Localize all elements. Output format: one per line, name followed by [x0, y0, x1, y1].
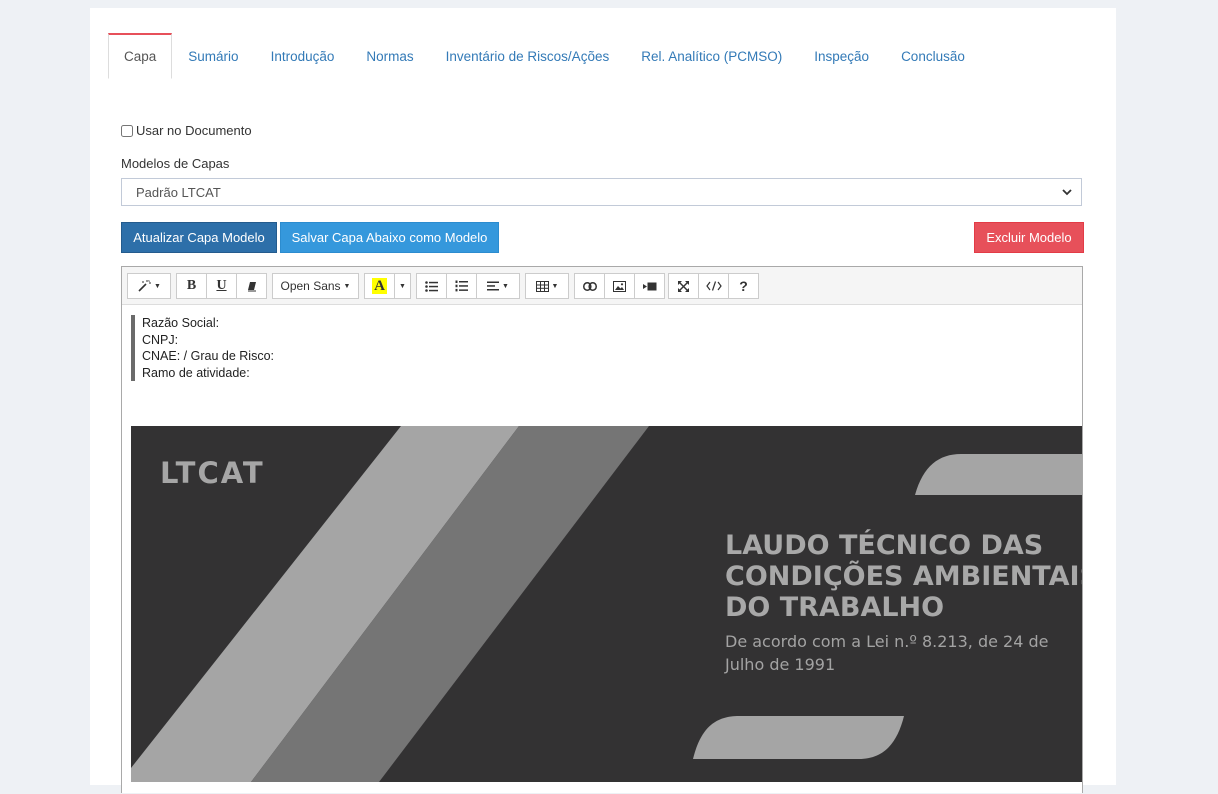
- font-color-button[interactable]: A: [364, 273, 395, 299]
- chevron-down-icon: [1062, 189, 1072, 196]
- use-in-document-row[interactable]: Usar no Documento: [121, 123, 252, 138]
- company-info-blockquote: Razão Social: CNPJ: CNAE: / Grau de Risc…: [131, 315, 274, 381]
- caret-icon: ▼: [551, 282, 559, 290]
- caret-icon: ▼: [154, 282, 161, 290]
- eraser-icon: [247, 282, 256, 292]
- code-view-button[interactable]: [698, 273, 729, 299]
- paragraph-group: ▼: [416, 273, 520, 299]
- help-button[interactable]: ?: [728, 273, 759, 299]
- unordered-list-icon: [425, 280, 438, 292]
- tab-conclusao[interactable]: Conclusão: [885, 33, 981, 79]
- models-label: Modelos de Capas: [121, 156, 230, 171]
- picture-button[interactable]: [604, 273, 635, 299]
- company-field-cnpj: CNPJ:: [142, 332, 179, 347]
- caret-icon: ▼: [399, 282, 406, 290]
- main-panel: Capa Sumário Introdução Normas Inventári…: [90, 8, 1116, 793]
- rich-text-editor: ▼ B U Open Sans ▼ A ▼ ▼ ▼ ? Razão Social…: [121, 266, 1083, 793]
- update-model-button[interactable]: Atualizar Capa Modelo: [121, 222, 277, 253]
- bold-button[interactable]: B: [176, 273, 207, 299]
- company-field-ramo: Ramo de atividade:: [142, 365, 250, 380]
- font-color-dropdown[interactable]: ▼: [394, 273, 411, 299]
- editor-toolbar: ▼ B U Open Sans ▼ A ▼ ▼ ▼ ?: [122, 267, 1082, 305]
- cover-image: LTCAT LAUDO TÉCNICO DAS CONDIÇÕES AMBIEN…: [131, 426, 1082, 782]
- tab-rel-analitico[interactable]: Rel. Analítico (PCMSO): [625, 33, 798, 79]
- company-field-cnae: CNAE: / Grau de Risco:: [142, 349, 274, 363]
- table-button[interactable]: ▼: [525, 273, 569, 299]
- cover-pill-bottom: [693, 716, 904, 759]
- underline-button[interactable]: U: [206, 273, 237, 299]
- document-tabs: Capa Sumário Introdução Normas Inventári…: [108, 33, 1098, 79]
- link-icon: [582, 281, 597, 291]
- video-icon: [642, 282, 656, 290]
- cover-brand: LTCAT: [160, 456, 265, 490]
- use-in-document-label: Usar no Documento: [136, 123, 252, 138]
- models-select-value: Padrão LTCAT: [136, 184, 221, 200]
- insert-group: [574, 273, 665, 299]
- tab-capa[interactable]: Capa: [108, 33, 173, 79]
- company-field-razao-social: Razão Social:: [142, 316, 220, 330]
- clear-format-button[interactable]: [236, 273, 267, 299]
- cover-title: LAUDO TÉCNICO DAS CONDIÇÕES AMBIENTAIS D…: [725, 530, 1082, 623]
- tab-sumario[interactable]: Sumário: [172, 33, 254, 79]
- caret-icon: ▼: [502, 282, 509, 290]
- unordered-list-button[interactable]: [416, 273, 447, 299]
- caret-icon: ▼: [343, 282, 351, 290]
- font-color-icon: A: [372, 278, 387, 294]
- tab-inventario-riscos[interactable]: Inventário de Riscos/Ações: [430, 33, 626, 79]
- picture-icon: [613, 280, 626, 292]
- font-style-group: B U: [176, 273, 267, 299]
- video-button[interactable]: [634, 273, 665, 299]
- fullscreen-icon: [678, 280, 689, 292]
- delete-model-button[interactable]: Excluir Modelo: [974, 222, 1084, 253]
- align-icon: [487, 281, 500, 291]
- color-group: A ▼: [364, 273, 411, 299]
- cover-pill-top: [915, 454, 1082, 495]
- models-select[interactable]: Padrão LTCAT: [121, 178, 1082, 206]
- table-group: ▼: [525, 273, 569, 299]
- link-button[interactable]: [574, 273, 605, 299]
- ordered-list-button[interactable]: [446, 273, 477, 299]
- tab-inspecao[interactable]: Inspeção: [798, 33, 885, 79]
- view-group: ?: [668, 273, 759, 299]
- cover-subtitle: De acordo com a Lei n.º 8.213, de 24 de …: [725, 632, 1049, 674]
- editor-content[interactable]: Razão Social: CNPJ: CNAE: / Grau de Risc…: [122, 305, 1082, 794]
- style-group: ▼: [127, 273, 171, 299]
- table-icon: [535, 280, 549, 292]
- font-name-group: Open Sans ▼: [272, 273, 359, 299]
- tab-introducao[interactable]: Introdução: [255, 33, 351, 79]
- use-in-document-checkbox[interactable]: [121, 124, 133, 137]
- fullscreen-button[interactable]: [668, 273, 699, 299]
- tab-normas[interactable]: Normas: [350, 33, 429, 79]
- style-button[interactable]: ▼: [127, 273, 171, 299]
- save-as-model-button[interactable]: Salvar Capa Abaixo como Modelo: [280, 222, 499, 253]
- align-button[interactable]: ▼: [476, 273, 520, 299]
- magic-icon: [138, 280, 152, 292]
- font-name-label: Open Sans: [280, 279, 341, 293]
- ordered-list-icon: [455, 280, 468, 292]
- font-name-dropdown[interactable]: Open Sans ▼: [272, 273, 359, 299]
- code-view-icon: [705, 281, 722, 291]
